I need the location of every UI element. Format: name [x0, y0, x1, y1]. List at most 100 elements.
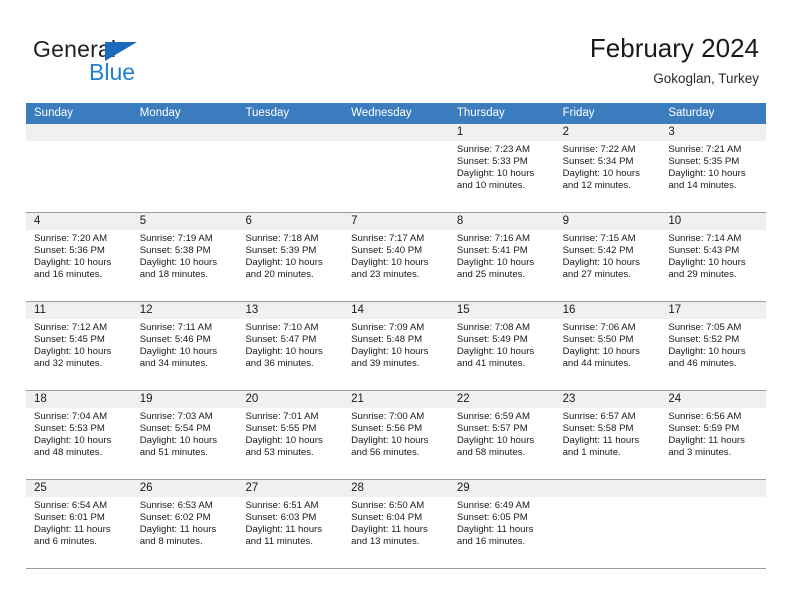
sunset-text: Sunset: 6:03 PM: [245, 512, 317, 524]
daylight-text: Daylight: 10 hours and 34 minutes.: [139, 346, 218, 370]
day-cell-empty: [554, 480, 661, 568]
daylight-text: Daylight: 10 hours and 51 minutes.: [139, 435, 218, 459]
day-number: 8: [448, 213, 555, 230]
sunset-text: Sunset: 5:43 PM: [668, 245, 740, 257]
general-blue-logo[interactable]: General Blue: [33, 36, 213, 86]
day-cell[interactable]: 23 Sunrise: 6:57 AM Sunset: 5:58 PM Dayligh…: [554, 391, 661, 479]
day-number: 21: [343, 391, 449, 408]
day-number: 5: [131, 213, 238, 230]
day-sun-info: Sunrise: 6:50 AM Sunset: 6:04 PM Daylight:…: [343, 497, 449, 548]
day-cell[interactable]: 14 Sunrise: 7:09 AM Sunset: 5:48 PM Dayligh…: [343, 302, 449, 390]
day-cell[interactable]: 4 Sunrise: 7:20 AM Sunset: 5:36 PM Daylight…: [26, 213, 132, 301]
day-cell[interactable]: 11 Sunrise: 7:12 AM Sunset: 5:45 PM Dayligh…: [26, 302, 132, 390]
sunset-text: Sunset: 5:56 PM: [351, 423, 423, 435]
day-sun-info: Sunrise: 7:09 AM Sunset: 5:48 PM Daylight:…: [343, 319, 449, 370]
day-cell[interactable]: 27 Sunrise: 6:51 AM Sunset: 6:03 PM Dayligh…: [237, 480, 344, 568]
day-number: 10: [660, 213, 767, 230]
day-number: 7: [343, 213, 449, 230]
day-cell[interactable]: 3 Sunrise: 7:21 AM Sunset: 5:35 PM Daylight…: [660, 124, 767, 212]
sunrise-text: Sunrise: 7:17 AM: [351, 233, 425, 244]
day-sun-info: Sunrise: 7:08 AM Sunset: 5:49 PM Daylight:…: [449, 319, 555, 370]
day-cell[interactable]: 5 Sunrise: 7:19 AM Sunset: 5:38 PM Daylight…: [131, 213, 238, 301]
sunset-text: Sunset: 5:58 PM: [562, 423, 634, 435]
day-sun-info: Sunrise: 6:49 AM Sunset: 6:05 PM Daylight:…: [449, 497, 555, 548]
day-number: 12: [131, 302, 238, 319]
day-number: 18: [26, 391, 132, 408]
day-number: [343, 124, 449, 141]
daylight-text: Daylight: 11 hours and 16 minutes.: [456, 524, 534, 548]
day-cell[interactable]: 19 Sunrise: 7:03 AM Sunset: 5:54 PM Dayligh…: [131, 391, 238, 479]
day-cell[interactable]: 20 Sunrise: 7:01 AM Sunset: 5:55 PM Dayligh…: [237, 391, 344, 479]
day-cell-empty: [131, 124, 238, 212]
weekday-header-friday: Friday: [562, 107, 595, 119]
day-cell[interactable]: 6 Sunrise: 7:18 AM Sunset: 5:39 PM Daylight…: [237, 213, 344, 301]
day-number: 3: [660, 124, 767, 141]
day-number: 15: [448, 302, 555, 319]
daylight-text: Daylight: 10 hours and 14 minutes.: [668, 168, 746, 192]
day-cell[interactable]: 18 Sunrise: 7:04 AM Sunset: 5:53 PM Dayligh…: [26, 391, 132, 479]
sunrise-text: Sunrise: 7:16 AM: [456, 233, 530, 244]
day-sun-info: Sunrise: 7:20 AM Sunset: 5:36 PM Daylight:…: [26, 230, 132, 281]
page-header: General Blue February 2024 Gokoglan, Tur…: [0, 0, 792, 96]
day-sun-info: Sunrise: 6:54 AM Sunset: 6:01 PM Daylight:…: [26, 497, 132, 548]
day-sun-info: Sunrise: 7:01 AM Sunset: 5:55 PM Daylight:…: [237, 408, 343, 459]
sunset-text: Sunset: 5:48 PM: [351, 334, 423, 346]
day-number: 24: [660, 391, 767, 408]
sunrise-text: Sunrise: 6:49 AM: [456, 500, 530, 511]
sunrise-text: Sunrise: 7:09 AM: [351, 322, 425, 333]
day-sun-info: Sunrise: 7:12 AM Sunset: 5:45 PM Daylight:…: [26, 319, 132, 370]
day-cell[interactable]: 24 Sunrise: 6:56 AM Sunset: 5:59 PM Dayligh…: [660, 391, 767, 479]
sunset-text: Sunset: 5:34 PM: [562, 156, 634, 168]
sunset-text: Sunset: 5:50 PM: [562, 334, 634, 346]
day-cell-empty: [26, 124, 132, 212]
day-cell[interactable]: 21 Sunrise: 7:00 AM Sunset: 5:56 PM Dayligh…: [343, 391, 449, 479]
day-number: 23: [554, 391, 661, 408]
day-sun-info: Sunrise: 7:03 AM Sunset: 5:54 PM Daylight:…: [132, 408, 238, 459]
day-cell[interactable]: 1 Sunrise: 7:23 AM Sunset: 5:33 PM Daylight…: [448, 124, 555, 212]
day-cell[interactable]: 29 Sunrise: 6:49 AM Sunset: 6:05 PM Dayligh…: [448, 480, 555, 568]
day-sun-info: Sunrise: 6:56 AM Sunset: 5:59 PM Daylight:…: [660, 408, 766, 459]
calendar-week-row: 1 Sunrise: 7:23 AM Sunset: 5:33 PM Daylight…: [26, 124, 767, 213]
daylight-text: Daylight: 11 hours and 8 minutes.: [139, 524, 217, 548]
day-sun-info: Sunrise: 7:00 AM Sunset: 5:56 PM Daylight:…: [343, 408, 449, 459]
day-number: [26, 124, 132, 141]
weekday-header-monday: Monday: [139, 107, 181, 119]
page-title: February 2024: [589, 33, 759, 63]
title-block: February 2024 Gokoglan, Turkey: [590, 33, 759, 88]
sunset-text: Sunset: 5:42 PM: [562, 245, 634, 257]
day-cell[interactable]: 13 Sunrise: 7:10 AM Sunset: 5:47 PM Dayligh…: [237, 302, 344, 390]
sunset-text: Sunset: 5:35 PM: [668, 156, 740, 168]
daylight-text: Daylight: 10 hours and 27 minutes.: [562, 257, 640, 281]
logo-text-blue: Blue: [89, 59, 136, 85]
day-number: 4: [26, 213, 132, 230]
day-cell[interactable]: 17 Sunrise: 7:05 AM Sunset: 5:52 PM Dayligh…: [660, 302, 767, 390]
day-cell[interactable]: 16 Sunrise: 7:06 AM Sunset: 5:50 PM Dayligh…: [554, 302, 661, 390]
day-number: 14: [343, 302, 449, 319]
calendar-week-row: 4 Sunrise: 7:20 AM Sunset: 5:36 PM Daylight…: [26, 213, 767, 302]
sunrise-text: Sunrise: 7:20 AM: [34, 233, 108, 244]
sunset-text: Sunset: 5:47 PM: [245, 334, 317, 346]
sunrise-text: Sunrise: 7:23 AM: [456, 144, 530, 155]
day-cell[interactable]: 9 Sunrise: 7:15 AM Sunset: 5:42 PM Daylight…: [554, 213, 661, 301]
sunset-text: Sunset: 5:33 PM: [456, 156, 528, 168]
day-cell-empty: [237, 124, 344, 212]
day-number: [554, 480, 661, 497]
day-cell[interactable]: 26 Sunrise: 6:53 AM Sunset: 6:02 PM Dayligh…: [131, 480, 238, 568]
day-number: 17: [660, 302, 767, 319]
day-cell[interactable]: 15 Sunrise: 7:08 AM Sunset: 5:49 PM Dayligh…: [448, 302, 555, 390]
daylight-text: Daylight: 11 hours and 3 minutes.: [668, 435, 745, 459]
day-cell-empty: [660, 480, 767, 568]
daylight-text: Daylight: 10 hours and 56 minutes.: [351, 435, 429, 459]
day-cell[interactable]: 2 Sunrise: 7:22 AM Sunset: 5:34 PM Daylight…: [554, 124, 661, 212]
day-number: 2: [554, 124, 661, 141]
day-cell[interactable]: 25 Sunrise: 6:54 AM Sunset: 6:01 PM Dayligh…: [26, 480, 132, 568]
day-cell[interactable]: 22 Sunrise: 6:59 AM Sunset: 5:57 PM Dayligh…: [448, 391, 555, 479]
calendar-weeks: 1 Sunrise: 7:23 AM Sunset: 5:33 PM Daylight…: [26, 124, 767, 569]
sunset-text: Sunset: 5:39 PM: [245, 245, 317, 257]
day-cell[interactable]: 28 Sunrise: 6:50 AM Sunset: 6:04 PM Dayligh…: [343, 480, 449, 568]
day-cell[interactable]: 8 Sunrise: 7:16 AM Sunset: 5:41 PM Daylight…: [448, 213, 555, 301]
sunset-text: Sunset: 5:38 PM: [139, 245, 211, 257]
day-cell[interactable]: 12 Sunrise: 7:11 AM Sunset: 5:46 PM Dayligh…: [131, 302, 238, 390]
day-cell[interactable]: 10 Sunrise: 7:14 AM Sunset: 5:43 PM Dayligh…: [660, 213, 767, 301]
day-cell[interactable]: 7 Sunrise: 7:17 AM Sunset: 5:40 PM Daylight…: [343, 213, 449, 301]
